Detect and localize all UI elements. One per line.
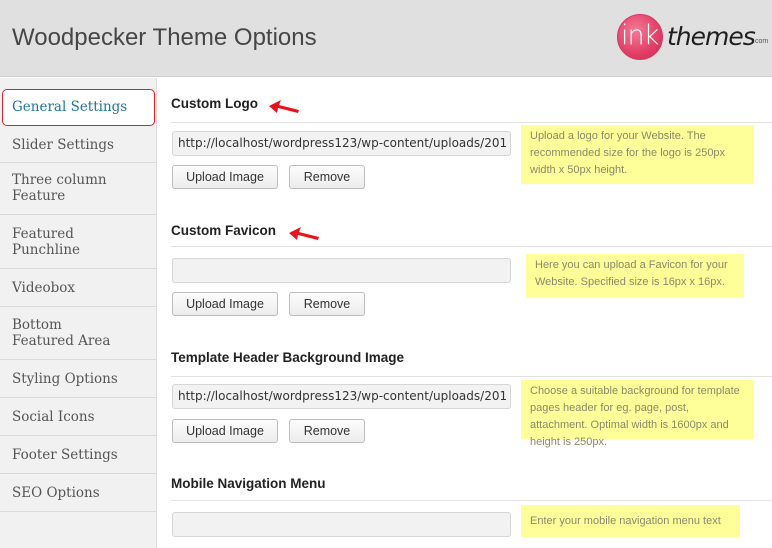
- sidebar-item-slider-settings[interactable]: Slider Settings: [0, 126, 156, 163]
- mobile-navigation-menu-input[interactable]: [172, 512, 511, 537]
- section-template-header-bg: Template Header Background Image http://…: [171, 349, 772, 448]
- sidebar-item-styling-options[interactable]: Styling Options: [0, 360, 156, 398]
- sidebar-item-bottom-featured-area[interactable]: Bottom Featured Area: [0, 307, 130, 359]
- custom-favicon-help: Here you can upload a Favicon for your W…: [526, 254, 744, 298]
- custom-favicon-upload-button[interactable]: Upload Image: [172, 292, 278, 316]
- section-divider: [171, 246, 772, 247]
- custom-favicon-url-input[interactable]: [172, 258, 511, 283]
- inkthemes-logo[interactable]: ink themes .com: [617, 14, 769, 64]
- section-mobile-navigation-menu: Mobile Navigation Menu Enter your mobile…: [171, 475, 772, 537]
- template-header-bg-remove-button[interactable]: Remove: [289, 419, 365, 443]
- section-custom-favicon: Custom Favicon Upload Image Remove Here …: [171, 222, 772, 316]
- section-divider: [171, 500, 772, 501]
- custom-logo-upload-button[interactable]: Upload Image: [172, 165, 278, 189]
- logo-com-text: .com: [753, 38, 769, 45]
- page-title: Woodpecker Theme Options: [12, 24, 317, 51]
- section-title: Custom Favicon: [171, 223, 277, 238]
- page-header: Woodpecker Theme Options ink themes .com: [0, 0, 772, 77]
- section-divider: [171, 376, 772, 377]
- template-header-bg-help: Choose a suitable background for templat…: [521, 380, 754, 448]
- sidebar-item-footer-settings[interactable]: Footer Settings: [0, 436, 156, 474]
- annotation-arrow-icon: [289, 227, 319, 240]
- sidebar-item-general-settings[interactable]: General Settings: [2, 89, 155, 126]
- section-title: Template Header Background Image: [171, 350, 405, 365]
- sidebar-item-featured-punchline[interactable]: Featured Punchline: [0, 215, 156, 269]
- section-custom-logo: Custom Logo http://localhost/wordpress12…: [171, 95, 772, 189]
- custom-logo-help: Upload a logo for your Website. The reco…: [521, 125, 754, 184]
- section-title: Mobile Navigation Menu: [171, 476, 326, 491]
- logo-ink-text: ink: [621, 20, 659, 51]
- template-header-bg-upload-button[interactable]: Upload Image: [172, 419, 278, 443]
- sidebar-item-social-icons[interactable]: Social Icons: [0, 398, 156, 436]
- mobile-navigation-menu-help: Enter your mobile navigation menu text: [521, 505, 740, 537]
- logo-themes-text: themes: [667, 22, 756, 51]
- custom-logo-url-input[interactable]: http://localhost/wordpress123/wp-content…: [172, 131, 511, 156]
- sidebar-item-three-column-feature[interactable]: Three column Feature: [0, 163, 156, 215]
- sidebar-item-videobox[interactable]: Videobox: [0, 269, 156, 307]
- annotation-arrow-icon: [269, 100, 299, 113]
- custom-logo-remove-button[interactable]: Remove: [289, 165, 365, 189]
- sidebar-nav: General Settings Slider Settings Three c…: [0, 78, 157, 548]
- section-divider: [171, 122, 772, 123]
- template-header-bg-url-input[interactable]: http://localhost/wordpress123/wp-content…: [172, 384, 511, 409]
- section-title: Custom Logo: [171, 96, 258, 111]
- custom-favicon-remove-button[interactable]: Remove: [289, 292, 365, 316]
- sidebar-item-seo-options[interactable]: SEO Options: [0, 474, 156, 512]
